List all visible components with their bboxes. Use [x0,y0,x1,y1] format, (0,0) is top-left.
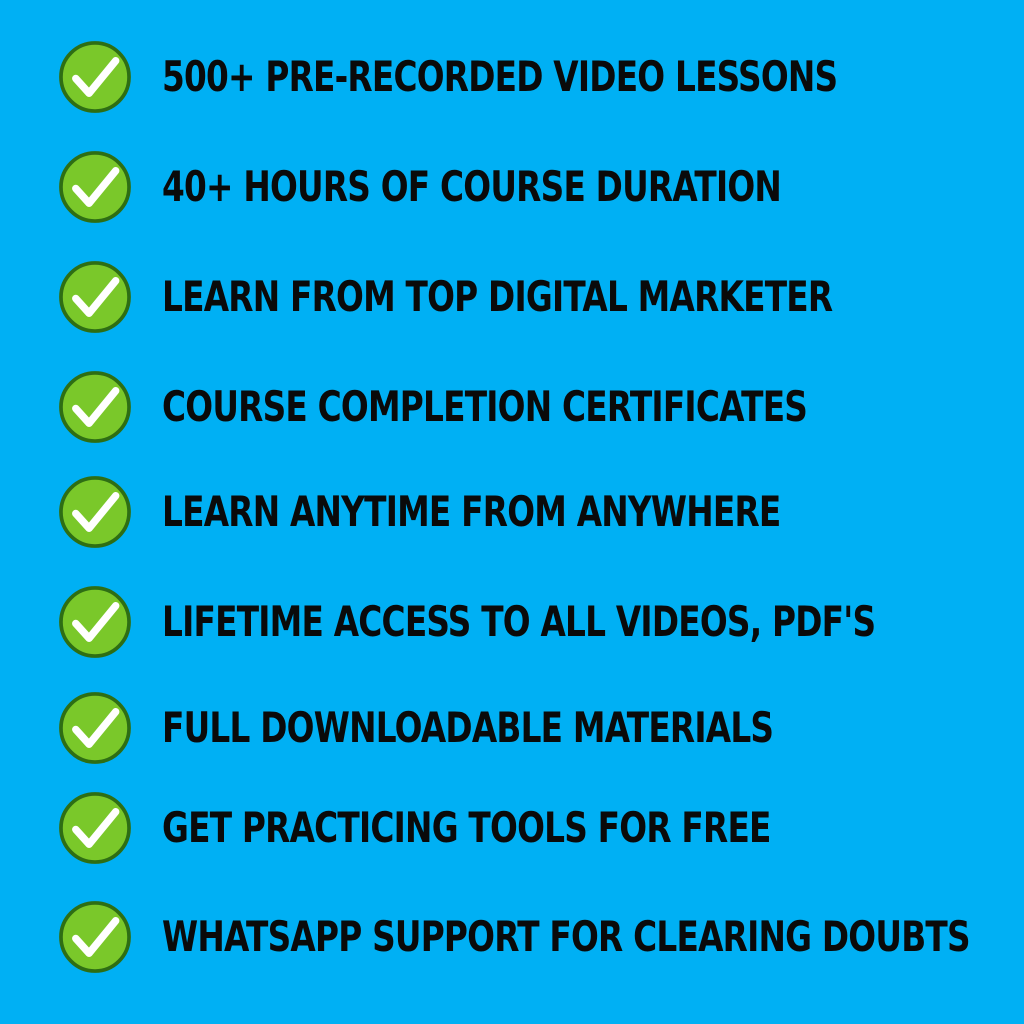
list-item: GET PRACTICING TOOLS FOR FREE [58,788,998,868]
list-item: WHATSAPP SUPPORT FOR CLEARING DOUBTS [58,897,998,977]
list-item: 500+ PRE-RECORDED VIDEO LESSONS [58,37,998,117]
checkmark-circle-icon [59,901,131,973]
checkmark-circle-icon [59,586,131,658]
feature-label: LEARN ANYTIME FROM ANYWHERE [162,487,781,536]
feature-list: 500+ PRE-RECORDED VIDEO LESSONS 40+ HOUR… [0,0,1024,1024]
list-item: FULL DOWNLOADABLE MATERIALS [58,688,998,768]
checkmark-circle-icon [59,41,131,113]
list-item: LEARN ANYTIME FROM ANYWHERE [58,472,998,552]
checkmark-circle-icon [59,261,131,333]
checkmark-circle-icon [59,476,131,548]
feature-label: WHATSAPP SUPPORT FOR CLEARING DOUBTS [162,912,971,961]
feature-label: LIFETIME ACCESS TO ALL VIDEOS, PDF'S [162,597,876,646]
feature-label: 40+ HOURS OF COURSE DURATION [162,162,782,211]
list-item: 40+ HOURS OF COURSE DURATION [58,147,998,227]
checkmark-circle-icon [59,692,131,764]
feature-label: FULL DOWNLOADABLE MATERIALS [162,703,774,752]
list-item: COURSE COMPLETION CERTIFICATES [58,367,998,447]
feature-label: LEARN FROM TOP DIGITAL MARKETER [162,272,833,321]
feature-label: COURSE COMPLETION CERTIFICATES [162,382,808,431]
checkmark-circle-icon [59,792,131,864]
checkmark-circle-icon [59,151,131,223]
feature-label: GET PRACTICING TOOLS FOR FREE [162,803,771,852]
feature-label: 500+ PRE-RECORDED VIDEO LESSONS [162,52,838,101]
list-item: LEARN FROM TOP DIGITAL MARKETER [58,257,998,337]
list-item: LIFETIME ACCESS TO ALL VIDEOS, PDF'S [58,582,998,662]
checkmark-circle-icon [59,371,131,443]
